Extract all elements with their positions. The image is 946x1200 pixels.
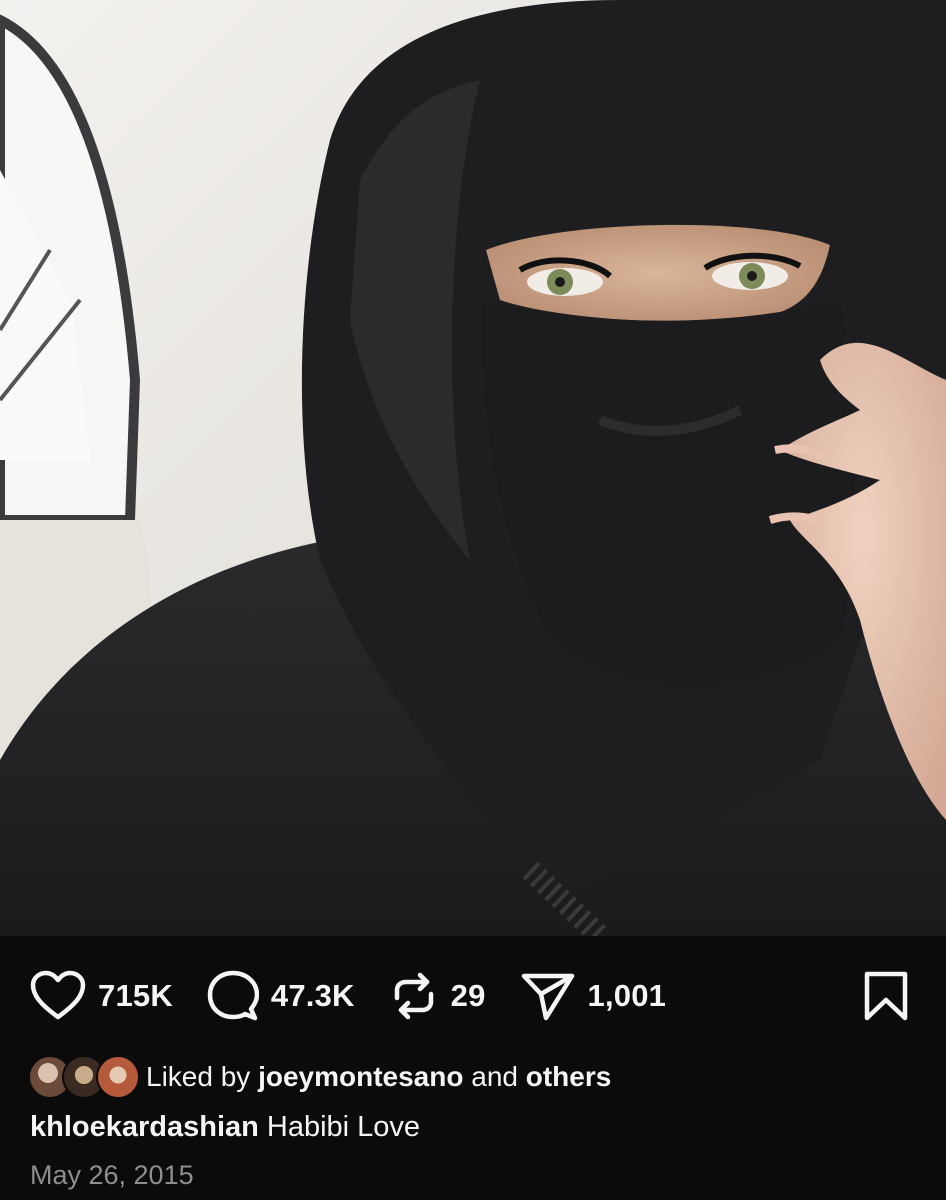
like-button[interactable]: 715K	[30, 970, 173, 1022]
caption: khloekardashian Habibi Love	[30, 1104, 420, 1150]
share-button[interactable]: 1,001	[520, 970, 667, 1022]
heart-icon	[30, 970, 86, 1022]
send-icon	[520, 970, 576, 1022]
liked-by-row: Liked by joeymontesano and others	[28, 1054, 611, 1100]
bookmark-icon	[862, 971, 910, 1026]
comments-count[interactable]: 47.3K	[271, 978, 355, 1014]
liked-by-user-link[interactable]: joeymontesano	[258, 1061, 463, 1093]
action-row: 715K 47.3K 29 1,001	[30, 966, 700, 1026]
reposts-count[interactable]: 29	[451, 978, 486, 1014]
liked-by-joiner: and	[471, 1061, 518, 1092]
avatar[interactable]	[96, 1055, 140, 1099]
liked-by-others-link[interactable]: others	[526, 1061, 612, 1093]
liked-by-prefix: Liked by	[146, 1061, 251, 1092]
save-button[interactable]	[862, 970, 910, 1027]
caption-text: Habibi Love	[266, 1111, 421, 1143]
repost-icon	[389, 970, 439, 1022]
caption-username-link[interactable]: khloekardashian	[30, 1111, 259, 1143]
post-image[interactable]	[0, 0, 946, 936]
repost-button[interactable]: 29	[389, 970, 486, 1022]
comment-icon	[207, 970, 259, 1022]
liked-by-avatars[interactable]	[28, 1055, 140, 1099]
comment-button[interactable]: 47.3K	[207, 970, 355, 1022]
likes-count[interactable]: 715K	[98, 978, 173, 1014]
post-date: May 26, 2015	[30, 1160, 194, 1190]
shares-count[interactable]: 1,001	[588, 978, 667, 1014]
